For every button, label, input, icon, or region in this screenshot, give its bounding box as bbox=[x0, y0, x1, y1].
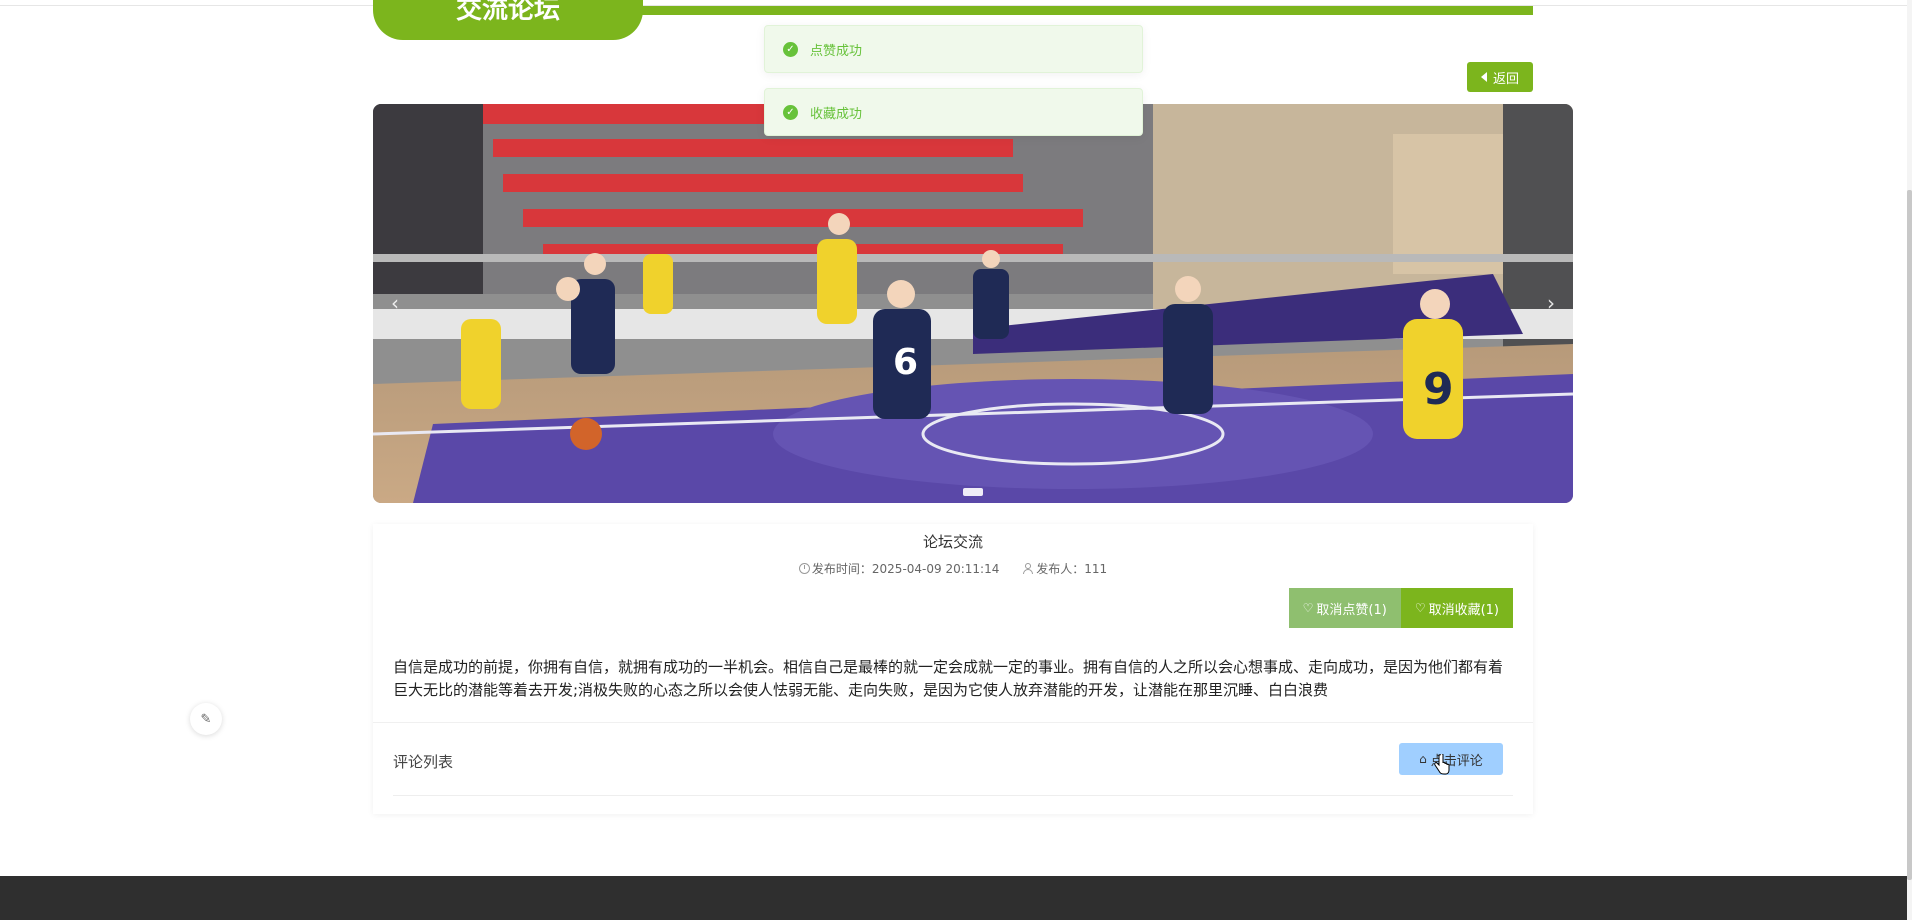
svg-text:6: 6 bbox=[893, 342, 918, 383]
add-comment-button[interactable]: ⌂ 点击评论 bbox=[1399, 743, 1503, 775]
author-value: 111 bbox=[1084, 562, 1108, 576]
post-meta: 发布时间：2025-04-09 20:11:14 发布人：111 bbox=[373, 560, 1533, 577]
post-title: 论坛交流 bbox=[922, 533, 983, 551]
page-footer bbox=[0, 876, 1907, 920]
check-circle-icon: ✓ bbox=[783, 104, 798, 120]
comments-section: 评论列表 ⌂ 点击评论 bbox=[373, 722, 1533, 814]
image-carousel[interactable]: 6 9 ‹ › bbox=[373, 104, 1573, 503]
author-label: 发布人： bbox=[1036, 562, 1085, 576]
comments-title: 评论列表 bbox=[393, 753, 454, 771]
toast-text: 点赞成功 bbox=[810, 43, 863, 59]
back-button[interactable]: 返回 bbox=[1467, 62, 1533, 92]
home-icon: ⌂ bbox=[1419, 752, 1427, 766]
carousel-next-arrow[interactable]: › bbox=[1539, 290, 1563, 316]
carousel-prev-arrow[interactable]: ‹ bbox=[383, 290, 407, 316]
unfavorite-label: 取消收藏(1) bbox=[1428, 602, 1499, 618]
back-button-label: 返回 bbox=[1492, 71, 1519, 87]
heart-icon: ♡ bbox=[1414, 601, 1426, 615]
post-author: 发布人：111 bbox=[1023, 560, 1107, 577]
unlike-button[interactable]: ♡ 取消点赞(1) bbox=[1288, 588, 1401, 628]
check-circle-icon: ✓ bbox=[783, 41, 798, 57]
toast-like-success: ✓ 点赞成功 bbox=[764, 25, 1143, 73]
svg-text:9: 9 bbox=[1423, 364, 1454, 415]
page-title: 交流论坛 bbox=[373, 0, 643, 40]
post-body: 自信是成功的前提，你拥有自信，就拥有成功的一半机会。相信自己是最棒的就一定会成就… bbox=[393, 658, 1504, 699]
title-underline bbox=[640, 6, 1533, 15]
unlike-label: 取消点赞(1) bbox=[1316, 602, 1387, 618]
heart-icon: ♡ bbox=[1302, 601, 1314, 615]
clock-icon bbox=[798, 563, 810, 574]
edit-float-button[interactable]: ✎ bbox=[190, 703, 222, 735]
carousel-indicator[interactable] bbox=[963, 488, 983, 496]
post-actions: ♡ 取消点赞(1) ♡ 取消收藏(1) bbox=[1288, 588, 1513, 628]
scrollbar-thumb[interactable] bbox=[1907, 190, 1912, 880]
scrollbar[interactable] bbox=[1907, 0, 1912, 920]
user-icon bbox=[1023, 563, 1034, 574]
edit-icon: ✎ bbox=[200, 711, 212, 727]
caret-left-icon bbox=[1480, 72, 1487, 82]
publish-time-value: 2025-04-09 20:11:14 bbox=[871, 562, 1000, 576]
unfavorite-button[interactable]: ♡ 取消收藏(1) bbox=[1400, 588, 1513, 628]
carousel-image: 6 9 bbox=[373, 104, 1573, 503]
toast-text: 收藏成功 bbox=[810, 106, 863, 122]
divider bbox=[393, 795, 1513, 796]
publish-time-label: 发布时间： bbox=[811, 562, 872, 576]
publish-time: 发布时间：2025-04-09 20:11:14 bbox=[798, 560, 1000, 577]
hand-cursor-icon bbox=[1434, 754, 1450, 775]
toast-favorite-success: ✓ 收藏成功 bbox=[764, 88, 1143, 136]
